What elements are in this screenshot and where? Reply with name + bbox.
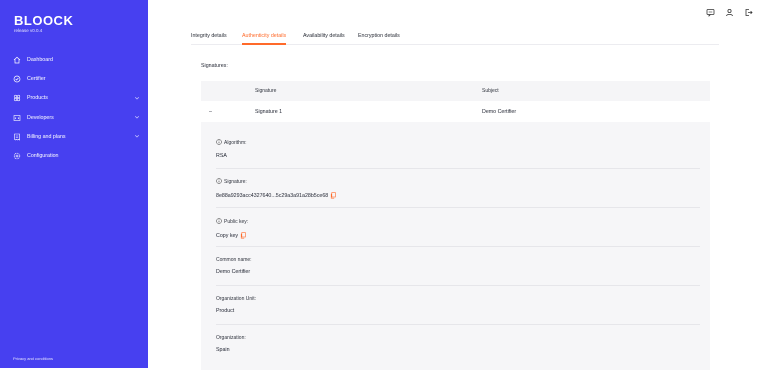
tab-authenticity-details[interactable]: Authenticity details [242,33,287,45]
divider [216,207,700,208]
sidebar-item-configuration[interactable]: Configuration [0,146,148,165]
signatures-table-header: Signature Subject [201,81,710,101]
table-row[interactable]: – Signature 1 Demo Certifier [201,103,710,123]
sidebar-item-label: Configuration [27,153,59,160]
sidebar-item-products[interactable]: Products [0,89,148,108]
divider [216,168,700,169]
signature-details-panel: Algorithm: RSA Signature: 8e88a9293acc43… [201,122,710,370]
detail-organization-unit: Organization Unit: Product [216,296,700,314]
sidebar-item-label: Products [27,95,48,102]
info-icon[interactable] [216,178,222,186]
detail-label: Organization Unit: [216,296,257,302]
column-header-signature: Signature [255,88,277,94]
column-header-subject: Subject [482,88,499,94]
detail-common-name: Common name: Demo Certifier [216,257,700,275]
billing-icon [13,133,21,141]
sidebar-nav: Dashboard Certifier Products Developers [0,50,148,166]
detail-value: Demo Certifier [216,269,251,275]
sidebar-item-label: Developers [27,114,54,121]
topbar-actions [705,7,753,17]
privacy-link[interactable]: Privacy and conditions [13,356,53,361]
sidebar-item-label: Dashboard [27,56,53,63]
detail-label: Organization: [216,335,246,341]
home-icon [13,56,21,64]
detail-value: 8e88a9293acc4327640...5c29a3a91a28b5ce68 [216,192,329,199]
tab-integrity-details[interactable]: Integrity details [191,33,227,39]
products-icon [13,94,21,102]
detail-value: RSA [216,153,227,159]
copy-key-link[interactable]: Copy key [216,233,238,239]
detail-organization: Organization: Spain [216,335,700,353]
sidebar-item-label: Billing and plans [27,133,66,140]
developers-icon [13,114,21,122]
signature-subject: Demo Certifier [482,109,517,115]
detail-signature: Signature: 8e88a9293acc4327640...5c29a3a… [216,178,700,199]
divider [216,285,700,286]
chat-icon[interactable] [705,7,715,17]
tab-encryption-details[interactable]: Encryption details [358,33,400,39]
logout-icon[interactable] [743,7,753,17]
sidebar-item-label: Certifier [27,75,46,82]
chevron-down-icon[interactable] [134,114,140,120]
sidebar-item-billing[interactable]: Billing and plans [0,127,148,146]
detail-value: Spain [216,347,230,353]
signature-name: Signature 1 [255,109,283,115]
signatures-heading: Signatures: [201,63,228,69]
app-logo[interactable]: BLOOCK [14,13,73,28]
info-icon[interactable] [216,218,222,226]
detail-label: Common name: [216,257,252,263]
chevron-down-icon[interactable] [134,133,140,139]
release-version: release v0.0.4 [14,28,43,33]
detail-label: Signature: [224,179,247,185]
detail-label: Public key: [224,219,249,225]
detail-value: Product [216,308,235,314]
detail-label: Algorithm: [224,140,247,146]
gear-icon [13,152,21,160]
sidebar-item-certifier[interactable]: Certifier [0,69,148,88]
divider [216,324,700,325]
sidebar-item-developers[interactable]: Developers [0,108,148,127]
divider [216,246,700,247]
detail-algorithm: Algorithm: RSA [216,139,700,159]
details-tabs: Integrity details Authenticity details A… [191,28,719,45]
certifier-icon [13,75,21,83]
collapse-toggle[interactable]: – [209,109,212,115]
copy-icon[interactable] [240,232,246,239]
user-icon[interactable] [724,7,734,17]
tab-availability-details[interactable]: Availability details [303,33,345,39]
detail-public-key: Public key: Copy key [216,218,700,239]
sidebar: BLOOCK release v0.0.4 Dashboard Certifie… [0,0,148,368]
sidebar-item-dashboard[interactable]: Dashboard [0,50,148,69]
info-icon[interactable] [216,139,222,147]
chevron-down-icon[interactable] [134,95,140,101]
copy-icon[interactable] [330,192,336,199]
